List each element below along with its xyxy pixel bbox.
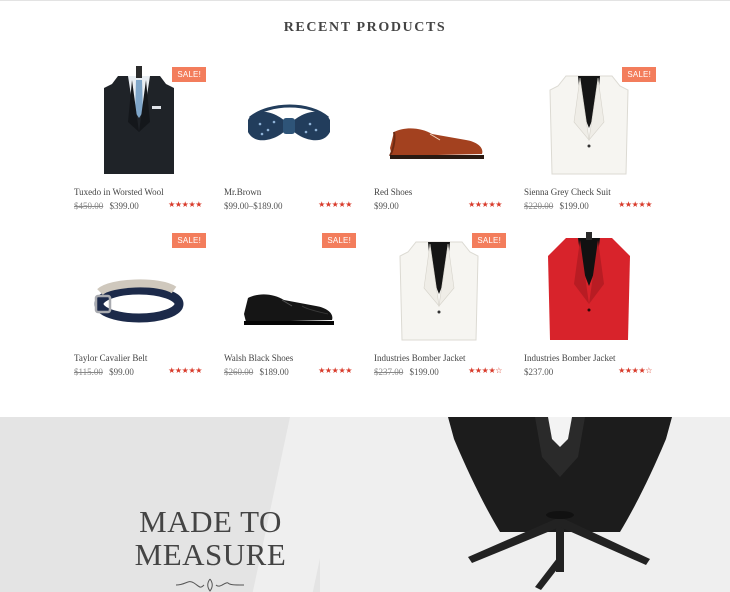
product-name[interactable]: Walsh Black Shoes	[224, 353, 358, 363]
product-price: $99.00–$189.00	[224, 201, 283, 211]
current-price: $399.00	[109, 201, 139, 211]
bowtie-image	[248, 104, 330, 141]
product-price: $450.00 $399.00	[74, 201, 139, 211]
sale-badge: SALE!	[622, 67, 656, 82]
product-card[interactable]: SALE! Taylor Cavalier Belt $115.00 $99.0…	[70, 228, 208, 388]
old-price: $260.00	[224, 367, 254, 377]
old-price: $450.00	[74, 201, 104, 211]
star-rating-icon: ★★★★★	[168, 366, 202, 375]
current-price: $199.00	[559, 201, 589, 211]
product-name[interactable]: Tuxedo in Worsted Wool	[74, 187, 208, 197]
current-price: $99.00	[109, 367, 134, 377]
current-price: $199.00	[409, 367, 439, 377]
banner-title-line-1: MADE TO	[139, 504, 282, 539]
banner-title: MADE TO MEASURE	[128, 505, 293, 571]
sale-badge: SALE!	[172, 67, 206, 82]
sale-badge: SALE!	[322, 233, 356, 248]
product-price: $260.00 $189.00	[224, 367, 289, 377]
star-rating-icon: ★★★★☆	[468, 366, 502, 375]
product-price: $115.00 $99.00	[74, 367, 134, 377]
star-rating-icon: ★★★★★	[468, 200, 502, 209]
star-rating-icon: ★★★★★	[318, 200, 352, 209]
sale-badge: SALE!	[472, 233, 506, 248]
mannequin-image	[448, 417, 672, 590]
product-card[interactable]: Industries Bomber Jacket $237.00 ★★★★☆	[520, 228, 658, 388]
product-name[interactable]: Taylor Cavalier Belt	[74, 353, 208, 363]
current-price: $99.00–$189.00	[224, 201, 283, 211]
shoe-brown-image	[389, 128, 484, 159]
current-price: $237.00	[524, 367, 554, 377]
star-rating-icon: ★★★★★	[618, 200, 652, 209]
product-name[interactable]: Industries Bomber Jacket	[524, 353, 658, 363]
flourish-ornament-icon	[175, 578, 245, 592]
star-rating-icon: ★★★★☆	[618, 366, 652, 375]
jacket-red-image	[548, 232, 630, 340]
star-rating-icon: ★★★★★	[168, 200, 202, 209]
product-image[interactable]	[220, 62, 358, 184]
product-name[interactable]: Mr.Brown	[224, 187, 358, 197]
made-to-measure-banner[interactable]: MADE TO MEASURE	[0, 417, 730, 592]
product-price: $220.00 $199.00	[524, 201, 589, 211]
product-card[interactable]: SALE! Industries Bomber Jacket $237.00 $…	[370, 228, 508, 388]
star-rating-icon: ★★★★★	[318, 366, 352, 375]
product-price: $99.00	[374, 201, 399, 211]
product-name[interactable]: Industries Bomber Jacket	[374, 353, 508, 363]
top-divider	[0, 0, 730, 1]
old-price: $115.00	[74, 367, 103, 377]
banner-title-line-2: MEASURE	[134, 537, 287, 572]
section-title: RECENT PRODUCTS	[283, 20, 447, 35]
product-name[interactable]: Sienna Grey Check Suit	[524, 187, 658, 197]
product-card[interactable]: SALE! Sienna Grey Check Suit $220.00 $19…	[520, 62, 658, 222]
old-price: $237.00	[374, 367, 404, 377]
product-name[interactable]: Red Shoes	[374, 187, 508, 197]
current-price: $99.00	[374, 201, 399, 211]
product-image[interactable]	[520, 228, 658, 350]
sale-badge: SALE!	[172, 233, 206, 248]
product-price: $237.00 $199.00	[374, 367, 439, 377]
product-card[interactable]: Red Shoes $99.00 ★★★★★	[370, 62, 508, 222]
product-image[interactable]	[370, 62, 508, 184]
product-card[interactable]: SALE! Walsh Black Shoes $260.00 $189.00 …	[220, 228, 358, 388]
old-price: $220.00	[524, 201, 554, 211]
product-card[interactable]: SALE! Tuxedo in Worsted Wool $450.00 $39…	[70, 62, 208, 222]
product-card[interactable]: Mr.Brown $99.00–$189.00 ★★★★★	[220, 62, 358, 222]
product-price: $237.00	[524, 367, 553, 377]
current-price: $189.00	[259, 367, 289, 377]
